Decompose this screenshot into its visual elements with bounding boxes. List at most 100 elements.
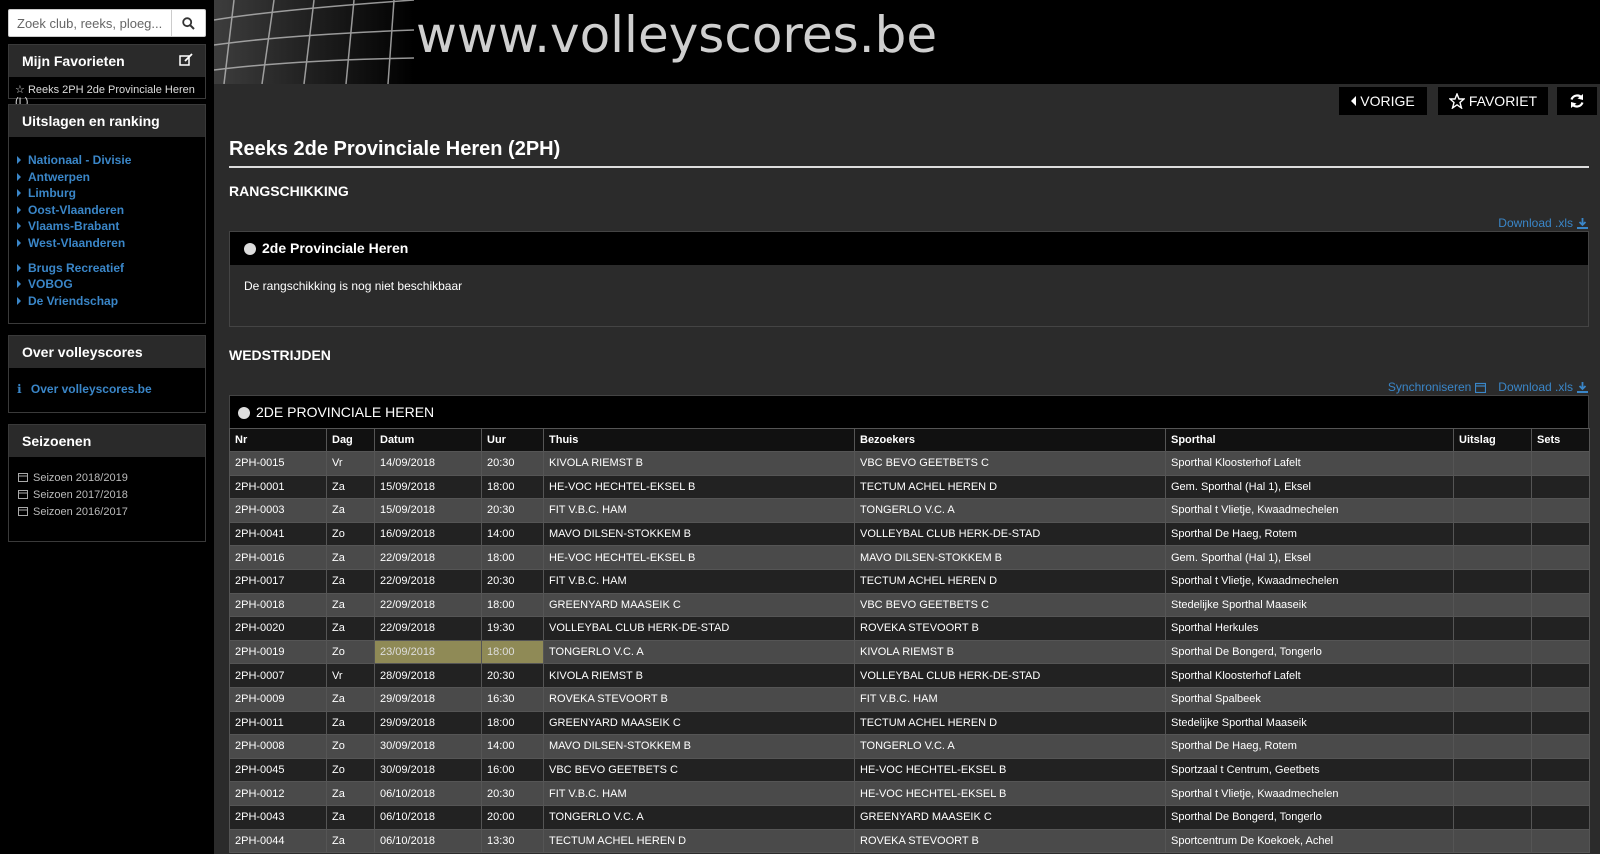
edit-icon[interactable] (179, 53, 193, 67)
region-item[interactable]: Oost-Vlaanderen (9, 202, 205, 219)
region-link[interactable]: Brugs Recreatief (28, 261, 124, 275)
match-nr-cell: 2PH-0019 (229, 639, 327, 665)
back-button[interactable]: VORIGE (1339, 87, 1427, 115)
col-uitslag-header[interactable]: Uitslag (1453, 428, 1532, 452)
caret-right-icon (17, 172, 21, 181)
region-item[interactable]: West-Vlaanderen (9, 235, 205, 252)
col-nr-header[interactable]: Nr (229, 428, 327, 452)
region-link[interactable]: West-Vlaanderen (28, 236, 125, 250)
result-cell (1453, 568, 1532, 594)
table-row[interactable]: 2PH-0041 Zo 16/09/2018 14:00 MAVO DILSEN-STO… (229, 521, 1590, 547)
search-button[interactable] (172, 9, 206, 37)
sets-cell (1531, 568, 1590, 594)
star-icon (1448, 93, 1465, 109)
favorite-button[interactable]: FAVORIET (1438, 87, 1548, 115)
star-icon: ☆ (15, 84, 25, 96)
sync-link[interactable]: Synchroniseren (1388, 380, 1471, 394)
table-row[interactable]: 2PH-0007 Vr 28/09/2018 20:30 KIVOLA RIEMST B… (229, 663, 1590, 688)
region-link[interactable]: Vlaams-Brabant (28, 219, 119, 233)
sets-cell (1531, 639, 1590, 665)
match-time-cell: 13:30 (481, 828, 544, 854)
away-team-cell: TECTUM ACHEL HEREN D (854, 568, 1166, 594)
refresh-button[interactable] (1557, 87, 1597, 115)
table-row[interactable]: 2PH-0008 Zo 30/09/2018 14:00 MAVO DILSEN-STO… (229, 734, 1590, 759)
home-team-cell: KIVOLA RIEMST B (543, 663, 855, 688)
region-item[interactable]: Limburg (9, 185, 205, 202)
about-item[interactable]: ℹ Over volleyscores.be (9, 368, 205, 410)
favorites-header: Mijn Favorieten (9, 45, 205, 77)
col-uur-header[interactable]: Uur (481, 428, 544, 452)
region-item[interactable]: Brugs Recreatief (9, 260, 205, 277)
away-team-cell: HE-VOC HECHTEL-EKSEL B (854, 757, 1166, 783)
table-row[interactable]: 2PH-0017 Za 22/09/2018 20:30 FIT V.B.C. HAM T… (229, 568, 1590, 594)
season-item[interactable]: Seizoen 2016/2017 (9, 504, 205, 521)
result-cell (1453, 734, 1532, 759)
sets-cell (1531, 781, 1590, 806)
result-cell (1453, 710, 1532, 736)
col-datum-header[interactable]: Datum (374, 428, 482, 452)
region-item[interactable]: Vlaams-Brabant (9, 218, 205, 235)
match-day-cell: Za (326, 781, 375, 806)
match-day-cell: Vr (326, 663, 375, 688)
table-row[interactable]: 2PH-0015 Vr 14/09/2018 20:30 KIVOLA RIEMST B… (229, 451, 1590, 476)
venue-cell: Sporthal t Vlietje, Kwaadmechelen (1165, 568, 1454, 594)
ranking-download-link[interactable]: Download .xls (1498, 216, 1588, 230)
match-time-cell: 20:30 (481, 781, 544, 806)
col-sporthal-header[interactable]: Sporthal (1165, 428, 1454, 452)
venue-cell: Sportcentrum De Koekoek, Achel (1165, 828, 1454, 854)
sets-cell (1531, 757, 1590, 783)
table-row[interactable]: 2PH-0020 Za 22/09/2018 19:30 VOLLEYBAL CLUB … (229, 616, 1590, 641)
home-team-cell: FIT V.B.C. HAM (543, 568, 855, 594)
matches-download-link[interactable]: Download .xls (1498, 380, 1573, 394)
region-link[interactable]: Antwerpen (28, 170, 90, 184)
region-item[interactable]: De Vriendschap (9, 293, 205, 310)
search-input[interactable] (8, 9, 172, 37)
col-bezoekers-header[interactable]: Bezoekers (854, 428, 1166, 452)
table-row[interactable]: 2PH-0009 Za 29/09/2018 16:30 ROVEKA STEVOORT… (229, 686, 1590, 712)
region-item[interactable]: VOBOG (9, 276, 205, 293)
home-team-cell: MAVO DILSEN-STOKKEM B (543, 521, 855, 547)
home-team-cell: ROVEKA STEVOORT B (543, 686, 855, 712)
table-row[interactable]: 2PH-0012 Za 06/10/2018 20:30 FIT V.B.C. HAM H… (229, 781, 1590, 806)
brand-logo-text[interactable]: www.volleyscores.be (416, 6, 937, 64)
match-date-cell: 23/09/2018 (374, 639, 482, 665)
season-item[interactable]: Seizoen 2017/2018 (9, 487, 205, 504)
match-date-cell: 22/09/2018 (374, 545, 482, 570)
region-item[interactable]: Nationaal - Divisie (9, 152, 205, 169)
match-nr-cell: 2PH-0041 (229, 521, 327, 547)
info-icon: ℹ (17, 382, 22, 396)
home-team-cell: HE-VOC HECHTEL-EKSEL B (543, 474, 855, 500)
home-team-cell: HE-VOC HECHTEL-EKSEL B (543, 545, 855, 570)
matches-box-header: 2DE PROVINCIALE HEREN (230, 396, 1588, 429)
table-row[interactable]: 2PH-0016 Za 22/09/2018 18:00 HE-VOC HECHTEL-… (229, 545, 1590, 570)
match-date-cell: 06/10/2018 (374, 828, 482, 854)
region-link[interactable]: Limburg (28, 186, 76, 200)
region-link[interactable]: Nationaal - Divisie (28, 153, 131, 167)
sets-cell (1531, 710, 1590, 736)
region-link[interactable]: VOBOG (28, 277, 73, 291)
home-team-cell: FIT V.B.C. HAM (543, 498, 855, 523)
result-cell (1453, 781, 1532, 806)
season-item[interactable]: Seizoen 2018/2019 (9, 470, 205, 487)
result-cell (1453, 663, 1532, 688)
venue-cell: Sporthal Herkules (1165, 616, 1454, 641)
table-row[interactable]: 2PH-0043 Za 06/10/2018 20:00 TONGERLO V.C. A… (229, 804, 1590, 830)
region-link[interactable]: Oost-Vlaanderen (28, 203, 124, 217)
table-row[interactable]: 2PH-0011 Za 29/09/2018 18:00 GREENYARD MAASE… (229, 710, 1590, 736)
table-row[interactable]: 2PH-0018 Za 22/09/2018 18:00 GREENYARD MAASE… (229, 592, 1590, 618)
season-label: Seizoen 2018/2019 (33, 472, 128, 484)
table-row[interactable]: 2PH-0044 Za 06/10/2018 13:30 TECTUM ACHEL HE… (229, 828, 1590, 854)
table-row[interactable]: 2PH-0003 Za 15/09/2018 20:30 FIT V.B.C. HAM T… (229, 498, 1590, 523)
col-thuis-header[interactable]: Thuis (543, 428, 855, 452)
table-row[interactable]: 2PH-0001 Za 15/09/2018 18:00 HE-VOC HECHTEL-… (229, 474, 1590, 500)
region-link[interactable]: De Vriendschap (28, 294, 118, 308)
table-row[interactable]: 2PH-0045 Zo 30/09/2018 16:00 VBC BEVO GEETBE… (229, 757, 1590, 783)
table-row[interactable]: 2PH-0019 Zo 23/09/2018 18:00 TONGERLO V.C. A… (229, 639, 1590, 665)
away-team-cell: ROVEKA STEVOORT B (854, 616, 1166, 641)
about-link[interactable]: Over volleyscores.be (31, 382, 152, 396)
match-time-cell: 20:30 (481, 568, 544, 594)
col-sets-header[interactable]: Sets (1531, 428, 1590, 452)
region-item[interactable]: Antwerpen (9, 169, 205, 186)
match-time-cell: 20:30 (481, 451, 544, 476)
col-dag-header[interactable]: Dag (326, 428, 375, 452)
